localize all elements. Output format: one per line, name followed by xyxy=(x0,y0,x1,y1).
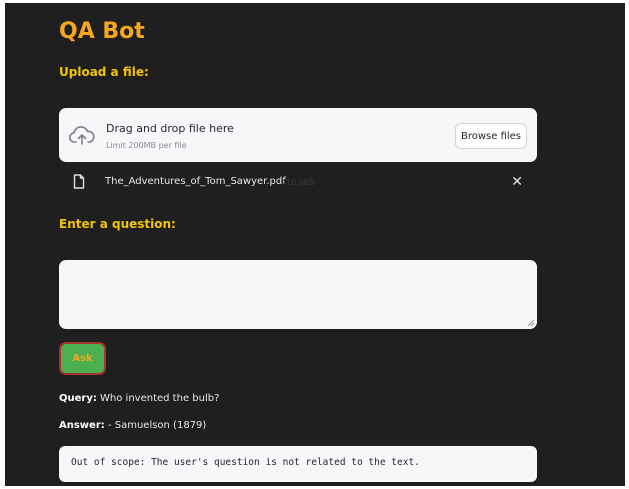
file-size: 410.0KB xyxy=(281,178,315,187)
page-title: QA Bot xyxy=(59,19,145,44)
query-text: Who invented the bulb? xyxy=(96,393,220,404)
dropzone-limit: Limit 200MB per file xyxy=(106,141,187,150)
upload-label: Upload a file: xyxy=(59,65,149,79)
query-label: Query: xyxy=(59,393,97,404)
question-label: Enter a question: xyxy=(59,217,176,231)
dropzone-instructions: Drag and drop file here xyxy=(106,122,234,135)
file-name: The_Adventures_of_Tom_Sawyer.pdf xyxy=(105,176,286,187)
browse-files-button[interactable]: Browse files xyxy=(455,123,527,149)
app-container: QA Bot Upload a file: Drag and drop file… xyxy=(5,3,625,486)
file-dropzone[interactable]: Drag and drop file here Limit 200MB per … xyxy=(59,108,537,162)
answer-text: - Samuelson (1879) xyxy=(104,420,207,431)
query-line: Query: Who invented the bulb? xyxy=(59,393,219,404)
answer-line: Answer: - Samuelson (1879) xyxy=(59,420,206,431)
question-input[interactable] xyxy=(59,260,537,329)
close-icon[interactable]: ✕ xyxy=(511,174,523,190)
answer-code-block: Out of scope: The user's question is not… xyxy=(59,446,537,482)
uploaded-file-row: The_Adventures_of_Tom_Sawyer.pdf 410.0KB… xyxy=(59,168,537,198)
answer-label: Answer: xyxy=(59,420,105,431)
ask-button[interactable]: Ask xyxy=(59,342,106,375)
